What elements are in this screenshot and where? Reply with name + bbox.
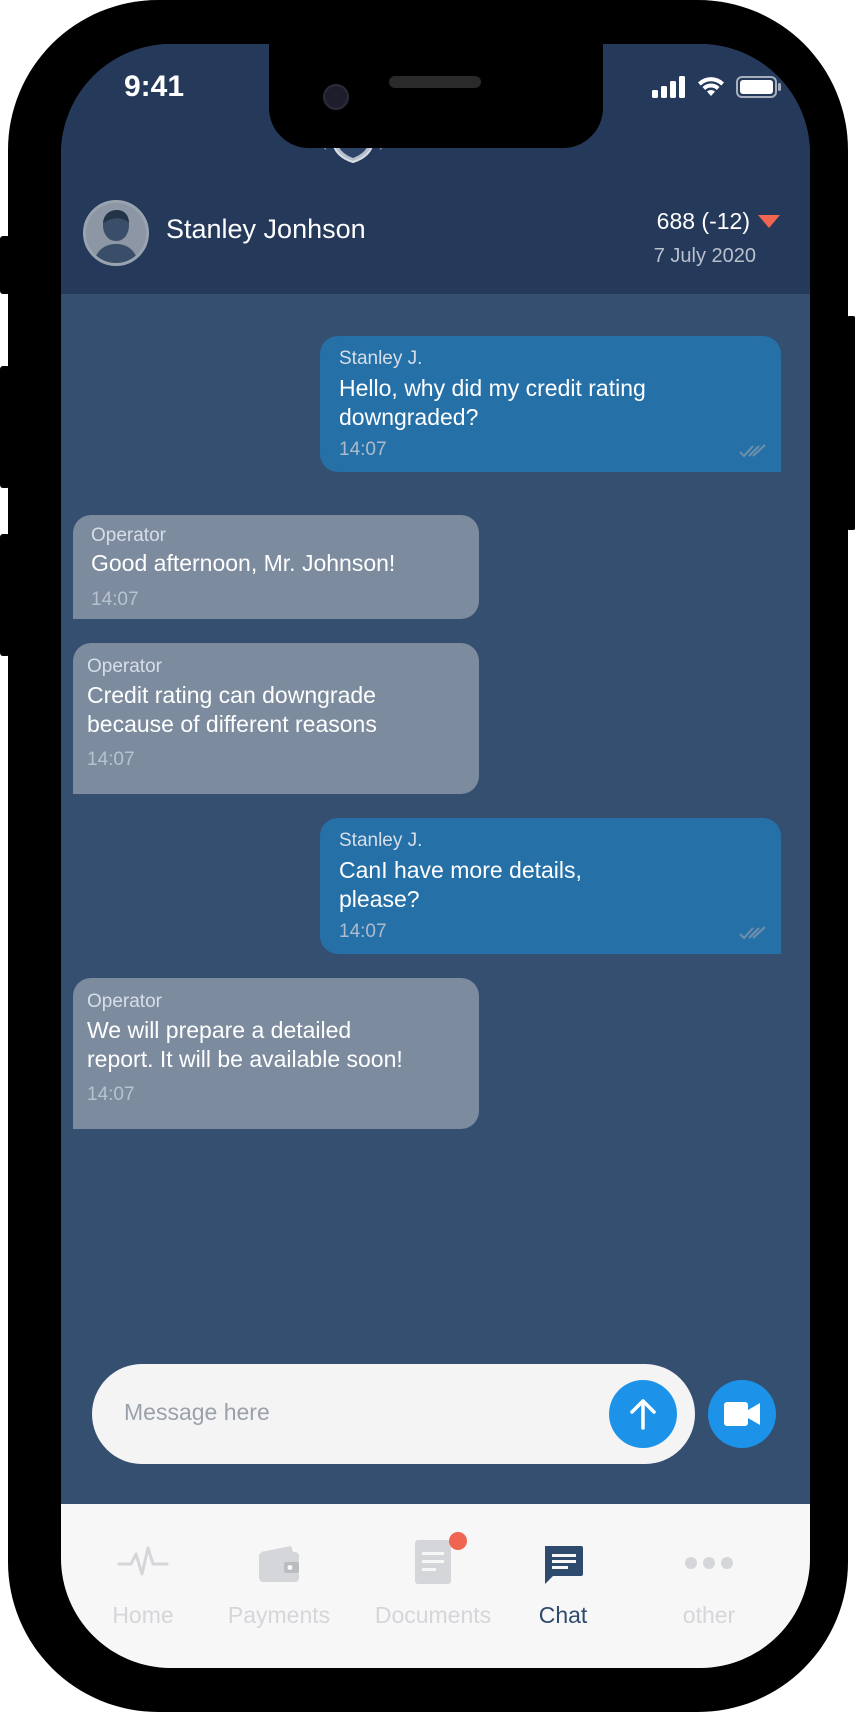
tab-label: Payments (227, 1602, 331, 1628)
message-outgoing: Stanley J. Hello, why did my credit rati… (320, 336, 781, 472)
speaker-grille (389, 76, 481, 88)
profile-row: Stanley Jonhson 688 (-12) 7 July 2020 (61, 200, 810, 294)
battery-icon (736, 76, 781, 98)
tab-label: Chat (538, 1602, 588, 1628)
message-input-placeholder[interactable]: Message here (124, 1399, 270, 1426)
tab-label: other (682, 1602, 736, 1628)
message-text: Hello, why did my credit rating downgrad… (339, 375, 646, 430)
status-icons (652, 76, 782, 98)
message-incoming: Operator Credit rating can downgrade bec… (73, 643, 479, 794)
mute-switch (0, 236, 10, 294)
more-dots-icon (685, 1557, 733, 1569)
credit-score-value: 688 (-12) (656, 208, 750, 234)
tab-label: Documents (374, 1602, 492, 1628)
tab-label: Home (112, 1602, 174, 1628)
tab-documents[interactable]: Documents (353, 1504, 513, 1628)
profile-name: Stanley Jonhson (166, 214, 366, 244)
message-sender: Operator (87, 656, 162, 677)
video-camera-icon (724, 1402, 760, 1426)
chat-icon (545, 1546, 583, 1584)
trend-down-icon (758, 215, 780, 228)
notch (269, 44, 603, 148)
message-outgoing: Stanley J. CanI have more details, pleas… (320, 818, 781, 954)
document-icon (415, 1540, 451, 1584)
message-sender: Stanley J. (339, 348, 423, 369)
phone-frame: 9:41 Stanley Jonhson 688 (-12) 7 July 20… (0, 0, 855, 1712)
double-check-icon (739, 926, 766, 940)
tab-payments[interactable]: Payments (199, 1504, 359, 1628)
message-text: Credit rating can downgrade because of d… (87, 682, 377, 737)
message-incoming: Operator We will prepare a detailed repo… (73, 978, 479, 1129)
wifi-icon (698, 77, 724, 96)
bottom-tab-bar: Home Payments Documents Chat other (61, 1504, 810, 1668)
message-incoming: Operator Good afternoon, Mr. Johnson! 14… (73, 515, 479, 619)
message-sender: Stanley J. (339, 830, 423, 851)
message-sender: Operator (87, 991, 162, 1012)
score-date: 7 July 2020 (653, 245, 756, 267)
volume-down-button (0, 534, 10, 656)
volume-up-button (0, 366, 10, 488)
status-time: 9:41 (124, 70, 185, 103)
message-sender: Operator (91, 525, 166, 546)
wallet-icon (259, 1546, 299, 1582)
screen: 9:41 Stanley Jonhson 688 (-12) 7 July 20… (61, 44, 810, 1668)
notification-badge (449, 1532, 467, 1550)
user-silhouette-icon (86, 203, 146, 263)
send-button[interactable] (609, 1380, 677, 1448)
video-call-button[interactable] (708, 1380, 776, 1448)
message-time: 14:07 (91, 589, 139, 610)
tab-chat[interactable]: Chat (503, 1504, 623, 1628)
credit-score: 688 (-12) (657, 208, 780, 235)
pulse-icon (117, 1546, 169, 1576)
message-time: 14:07 (339, 921, 387, 942)
message-text: Good afternoon, Mr. Johnson! (91, 550, 396, 576)
message-text: We will prepare a detailed report. It wi… (87, 1017, 403, 1072)
avatar[interactable] (83, 200, 149, 266)
arrow-up-icon (630, 1399, 656, 1430)
message-time: 14:07 (87, 1084, 135, 1105)
tab-home[interactable]: Home (83, 1504, 203, 1628)
double-check-icon (739, 444, 766, 458)
message-input[interactable]: Message here (92, 1364, 695, 1464)
power-button (846, 316, 855, 530)
tab-other[interactable]: other (639, 1504, 779, 1628)
front-camera (323, 84, 349, 110)
message-text: CanI have more details, please? (339, 857, 582, 912)
signal-icon (652, 76, 685, 98)
message-time: 14:07 (339, 439, 387, 460)
message-time: 14:07 (87, 749, 135, 770)
